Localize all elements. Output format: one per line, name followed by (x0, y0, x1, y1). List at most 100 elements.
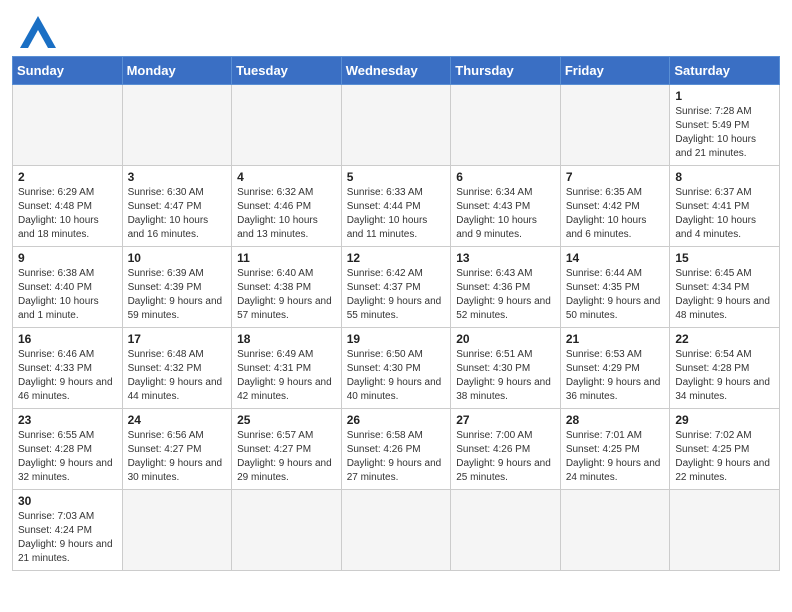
calendar-cell (451, 85, 561, 166)
day-info: Sunrise: 7:03 AM Sunset: 4:24 PM Dayligh… (18, 510, 117, 566)
col-header-friday: Friday (560, 57, 670, 85)
calendar-cell (451, 490, 561, 571)
day-number: 2 (18, 170, 117, 184)
day-number: 5 (347, 170, 446, 184)
logo-icon (20, 16, 56, 48)
day-number: 15 (675, 251, 774, 265)
calendar-cell: 2 Sunrise: 6:29 AM Sunset: 4:48 PM Daylig… (13, 166, 123, 247)
calendar-week-4: 16 Sunrise: 6:46 AM Sunset: 4:33 PM Dayli… (13, 328, 780, 409)
calendar-cell: 30Sunrise: 7:03 AM Sunset: 4:24 PM Dayli… (13, 490, 123, 571)
day-info: Sunrise: 7:02 AM Sunset: 4:25 PM Dayligh… (675, 429, 774, 485)
day-info: Sunrise: 6:38 AM Sunset: 4:40 PM Dayligh… (18, 267, 117, 323)
calendar-cell (232, 85, 342, 166)
calendar-week-6: 30Sunrise: 7:03 AM Sunset: 4:24 PM Dayli… (13, 490, 780, 571)
calendar-cell (122, 490, 232, 571)
day-info: Sunrise: 6:43 AM Sunset: 4:36 PM Dayligh… (456, 267, 555, 323)
calendar-cell: 27Sunrise: 7:00 AM Sunset: 4:26 PM Dayli… (451, 409, 561, 490)
calendar-cell: 16 Sunrise: 6:46 AM Sunset: 4:33 PM Dayli… (13, 328, 123, 409)
day-info: Sunrise: 6:54 AM Sunset: 4:28 PM Dayligh… (675, 348, 774, 404)
col-header-sunday: Sunday (13, 57, 123, 85)
day-info: Sunrise: 6:45 AM Sunset: 4:34 PM Dayligh… (675, 267, 774, 323)
day-number: 26 (347, 413, 446, 427)
day-number: 23 (18, 413, 117, 427)
calendar-cell: 29Sunrise: 7:02 AM Sunset: 4:25 PM Dayli… (670, 409, 780, 490)
day-number: 11 (237, 251, 336, 265)
calendar-cell: 1Sunrise: 7:28 AM Sunset: 5:49 PM Daylig… (670, 85, 780, 166)
calendar-week-5: 23 Sunrise: 6:55 AM Sunset: 4:28 PM Dayli… (13, 409, 780, 490)
day-info: Sunrise: 6:42 AM Sunset: 4:37 PM Dayligh… (347, 267, 446, 323)
day-info: Sunrise: 6:39 AM Sunset: 4:39 PM Dayligh… (128, 267, 227, 323)
calendar-body: 1Sunrise: 7:28 AM Sunset: 5:49 PM Daylig… (13, 85, 780, 571)
calendar-cell (122, 85, 232, 166)
day-number: 14 (566, 251, 665, 265)
calendar-cell: 10Sunrise: 6:39 AM Sunset: 4:39 PM Dayli… (122, 247, 232, 328)
day-number: 9 (18, 251, 117, 265)
day-number: 7 (566, 170, 665, 184)
day-number: 3 (128, 170, 227, 184)
day-number: 8 (675, 170, 774, 184)
day-number: 17 (128, 332, 227, 346)
day-number: 12 (347, 251, 446, 265)
day-info: Sunrise: 6:30 AM Sunset: 4:47 PM Dayligh… (128, 186, 227, 242)
day-info: Sunrise: 6:58 AM Sunset: 4:26 PM Dayligh… (347, 429, 446, 485)
calendar-cell: 7 Sunrise: 6:35 AM Sunset: 4:42 PM Daylig… (560, 166, 670, 247)
calendar-cell: 17 Sunrise: 6:48 AM Sunset: 4:32 PM Dayli… (122, 328, 232, 409)
day-number: 6 (456, 170, 555, 184)
calendar-cell: 24 Sunrise: 6:56 AM Sunset: 4:27 PM Dayli… (122, 409, 232, 490)
calendar-week-1: 1Sunrise: 7:28 AM Sunset: 5:49 PM Daylig… (13, 85, 780, 166)
calendar-week-3: 9 Sunrise: 6:38 AM Sunset: 4:40 PM Daylig… (13, 247, 780, 328)
calendar-cell: 25Sunrise: 6:57 AM Sunset: 4:27 PM Dayli… (232, 409, 342, 490)
day-info: Sunrise: 6:44 AM Sunset: 4:35 PM Dayligh… (566, 267, 665, 323)
calendar-cell: 19 Sunrise: 6:50 AM Sunset: 4:30 PM Dayli… (341, 328, 451, 409)
calendar-cell (341, 490, 451, 571)
calendar-cell (13, 85, 123, 166)
header (0, 0, 792, 56)
day-number: 22 (675, 332, 774, 346)
day-number: 16 (18, 332, 117, 346)
day-info: Sunrise: 6:57 AM Sunset: 4:27 PM Dayligh… (237, 429, 336, 485)
calendar-cell: 13 Sunrise: 6:43 AM Sunset: 4:36 PM Dayli… (451, 247, 561, 328)
calendar-cell (670, 490, 780, 571)
calendar-cell: 26 Sunrise: 6:58 AM Sunset: 4:26 PM Dayli… (341, 409, 451, 490)
day-info: Sunrise: 6:46 AM Sunset: 4:33 PM Dayligh… (18, 348, 117, 404)
calendar-cell: 18 Sunrise: 6:49 AM Sunset: 4:31 PM Dayli… (232, 328, 342, 409)
day-number: 1 (675, 89, 774, 103)
day-info: Sunrise: 7:01 AM Sunset: 4:25 PM Dayligh… (566, 429, 665, 485)
day-info: Sunrise: 6:37 AM Sunset: 4:41 PM Dayligh… (675, 186, 774, 242)
calendar-cell: 4 Sunrise: 6:32 AM Sunset: 4:46 PM Daylig… (232, 166, 342, 247)
day-info: Sunrise: 7:00 AM Sunset: 4:26 PM Dayligh… (456, 429, 555, 485)
day-number: 28 (566, 413, 665, 427)
calendar-wrapper: SundayMondayTuesdayWednesdayThursdayFrid… (0, 56, 792, 583)
day-number: 19 (347, 332, 446, 346)
day-info: Sunrise: 6:55 AM Sunset: 4:28 PM Dayligh… (18, 429, 117, 485)
day-info: Sunrise: 6:53 AM Sunset: 4:29 PM Dayligh… (566, 348, 665, 404)
calendar-cell: 28 Sunrise: 7:01 AM Sunset: 4:25 PM Dayli… (560, 409, 670, 490)
day-number: 4 (237, 170, 336, 184)
day-number: 21 (566, 332, 665, 346)
day-info: Sunrise: 6:32 AM Sunset: 4:46 PM Dayligh… (237, 186, 336, 242)
day-info: Sunrise: 6:40 AM Sunset: 4:38 PM Dayligh… (237, 267, 336, 323)
calendar-week-2: 2 Sunrise: 6:29 AM Sunset: 4:48 PM Daylig… (13, 166, 780, 247)
calendar-cell: 14 Sunrise: 6:44 AM Sunset: 4:35 PM Dayli… (560, 247, 670, 328)
calendar-cell: 11 Sunrise: 6:40 AM Sunset: 4:38 PM Dayli… (232, 247, 342, 328)
calendar-cell (560, 490, 670, 571)
calendar-cell (232, 490, 342, 571)
day-info: Sunrise: 6:49 AM Sunset: 4:31 PM Dayligh… (237, 348, 336, 404)
day-number: 18 (237, 332, 336, 346)
calendar-cell (560, 85, 670, 166)
day-info: Sunrise: 6:35 AM Sunset: 4:42 PM Dayligh… (566, 186, 665, 242)
calendar-cell (341, 85, 451, 166)
calendar-cell: 5Sunrise: 6:33 AM Sunset: 4:44 PM Daylig… (341, 166, 451, 247)
day-info: Sunrise: 6:56 AM Sunset: 4:27 PM Dayligh… (128, 429, 227, 485)
calendar-cell: 12 Sunrise: 6:42 AM Sunset: 4:37 PM Dayli… (341, 247, 451, 328)
day-info: Sunrise: 6:29 AM Sunset: 4:48 PM Dayligh… (18, 186, 117, 242)
day-number: 13 (456, 251, 555, 265)
col-header-wednesday: Wednesday (341, 57, 451, 85)
col-header-saturday: Saturday (670, 57, 780, 85)
day-info: Sunrise: 6:48 AM Sunset: 4:32 PM Dayligh… (128, 348, 227, 404)
calendar-cell: 23 Sunrise: 6:55 AM Sunset: 4:28 PM Dayli… (13, 409, 123, 490)
day-info: Sunrise: 6:50 AM Sunset: 4:30 PM Dayligh… (347, 348, 446, 404)
day-number: 24 (128, 413, 227, 427)
calendar-cell: 21 Sunrise: 6:53 AM Sunset: 4:29 PM Dayli… (560, 328, 670, 409)
col-header-monday: Monday (122, 57, 232, 85)
